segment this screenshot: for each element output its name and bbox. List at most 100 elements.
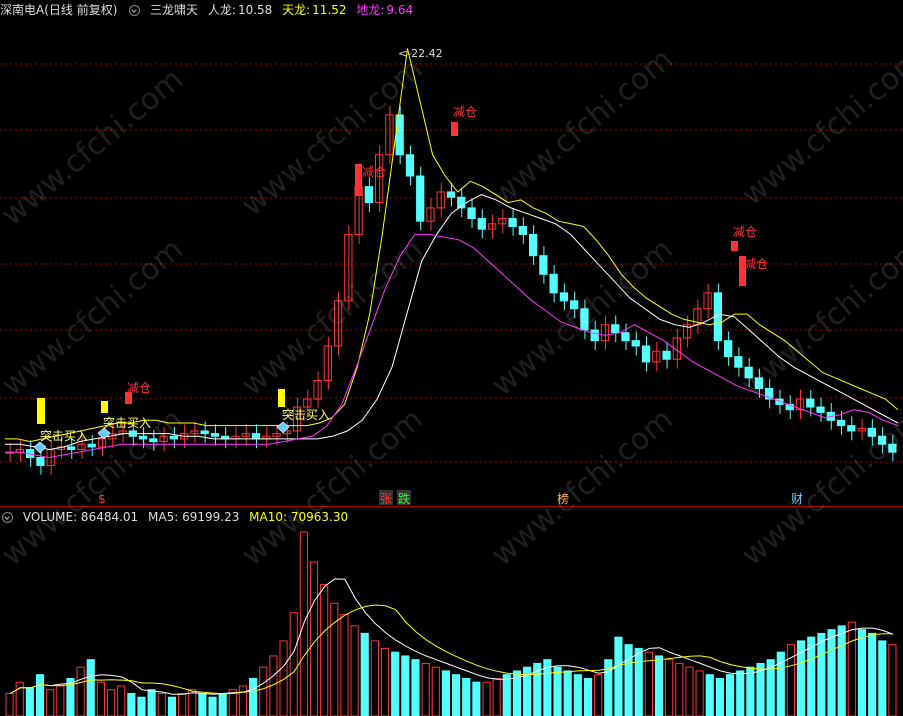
- panel-divider: [0, 506, 903, 507]
- candle-body: [67, 446, 76, 451]
- candle-body: [518, 225, 527, 235]
- candle-body: [508, 218, 517, 227]
- volume-bar: [492, 677, 501, 716]
- volume-bar: [380, 647, 390, 716]
- volume-bar: [431, 666, 440, 716]
- volume-bar: [76, 666, 85, 716]
- volume-bar: [573, 674, 582, 716]
- volume-bar: [705, 674, 714, 716]
- volume-bar: [441, 670, 450, 716]
- volume-bar: [644, 651, 653, 716]
- volume-bar: [725, 674, 735, 716]
- volume-bar: [746, 666, 755, 716]
- volume-bar: [46, 689, 55, 716]
- volume-bar: [847, 621, 856, 716]
- volume-bar: [665, 659, 674, 716]
- volume-bar: [35, 674, 45, 716]
- reduce-signal-bar: [355, 164, 362, 196]
- candle-body: [836, 419, 846, 427]
- candle-body: [847, 425, 856, 432]
- volume-bar: [411, 659, 420, 716]
- volume-bar: [56, 685, 65, 716]
- volume-menu-icon[interactable]: [2, 512, 13, 523]
- candle-body: [36, 457, 45, 466]
- reduce-signal-bar: [731, 241, 738, 251]
- volume-bar: [715, 677, 724, 716]
- volume-bar: [654, 655, 664, 716]
- volume-bar: [25, 687, 34, 716]
- event-marker-zhang: 张: [380, 492, 392, 506]
- volume-bar: [117, 685, 126, 716]
- volume-ma5: MA5: 69199.23: [148, 510, 240, 524]
- volume-bar: [614, 636, 623, 716]
- candle-body: [539, 255, 548, 275]
- volume-bar: [96, 681, 105, 716]
- candle-body: [724, 340, 733, 358]
- volume-bar: [198, 692, 207, 716]
- candle-body: [97, 438, 107, 448]
- volume-bar: [482, 681, 491, 716]
- candle-body: [395, 114, 404, 156]
- candle-body: [528, 233, 538, 257]
- volume-bar: [736, 670, 745, 716]
- candle-body: [641, 345, 651, 363]
- volume-bar: [238, 685, 248, 716]
- reduce-signal-label: 减仓: [733, 225, 757, 239]
- volume-bar: [330, 602, 339, 716]
- reduce-signal-bar: [739, 256, 746, 286]
- volume-bar: [188, 689, 197, 716]
- candle-body: [559, 292, 569, 302]
- volume-bar: [147, 689, 156, 716]
- buy-signal-bar: [278, 389, 285, 407]
- volume-bar: [888, 644, 897, 716]
- buy-signal-bar: [101, 401, 108, 413]
- volume-bar: [279, 640, 288, 716]
- volume-bar: [553, 666, 562, 716]
- candle-body: [662, 350, 671, 360]
- volume-bar: [868, 632, 877, 716]
- volume-bar: [137, 696, 146, 716]
- volume-bar: [878, 640, 887, 716]
- volume-bar: [218, 692, 227, 716]
- diamond-icon: [33, 441, 47, 454]
- reduce-signal-bar: [451, 122, 458, 136]
- candle-body: [549, 273, 558, 294]
- candle-body: [734, 356, 743, 368]
- volume-bar: [106, 689, 116, 716]
- volume-bar: [208, 696, 217, 716]
- volume-bar: [462, 677, 471, 716]
- renlong-line: [5, 194, 899, 451]
- volume-bar: [695, 670, 704, 716]
- volume-bar: [360, 632, 369, 716]
- reduce-signal-bar: [125, 392, 132, 404]
- candle-body: [600, 324, 610, 342]
- buy-signal-label: 突击买入: [282, 407, 330, 422]
- candle-body: [446, 191, 456, 198]
- volume-bar: [5, 692, 14, 716]
- volume-bar: [401, 655, 410, 716]
- candle-body: [477, 218, 486, 230]
- volume-bar: [86, 659, 95, 716]
- volume-bar: [289, 612, 298, 716]
- event-marker-die: 跌: [398, 491, 410, 506]
- candle-body: [621, 332, 630, 342]
- volume-bar: [837, 625, 846, 716]
- reduce-signal-label: 减仓: [453, 105, 477, 119]
- volume-bar: [167, 696, 177, 716]
- candle-body: [405, 154, 415, 177]
- candle-body: [816, 406, 825, 413]
- candle-body: [303, 398, 312, 408]
- volume-bar: [817, 632, 826, 716]
- volume-bar: [127, 692, 136, 716]
- volume-bar: [320, 584, 329, 716]
- candle-body: [416, 175, 425, 222]
- volume-bar: [370, 640, 379, 716]
- volume-bar: [350, 625, 359, 716]
- reduce-signal-label: 减仓: [744, 257, 768, 271]
- volume-bar: [624, 644, 633, 716]
- volume-bar: [178, 692, 187, 716]
- candle-body: [364, 186, 374, 204]
- volume-bar: [583, 677, 593, 716]
- volume-bar: [259, 666, 268, 716]
- candle-body: [87, 443, 96, 448]
